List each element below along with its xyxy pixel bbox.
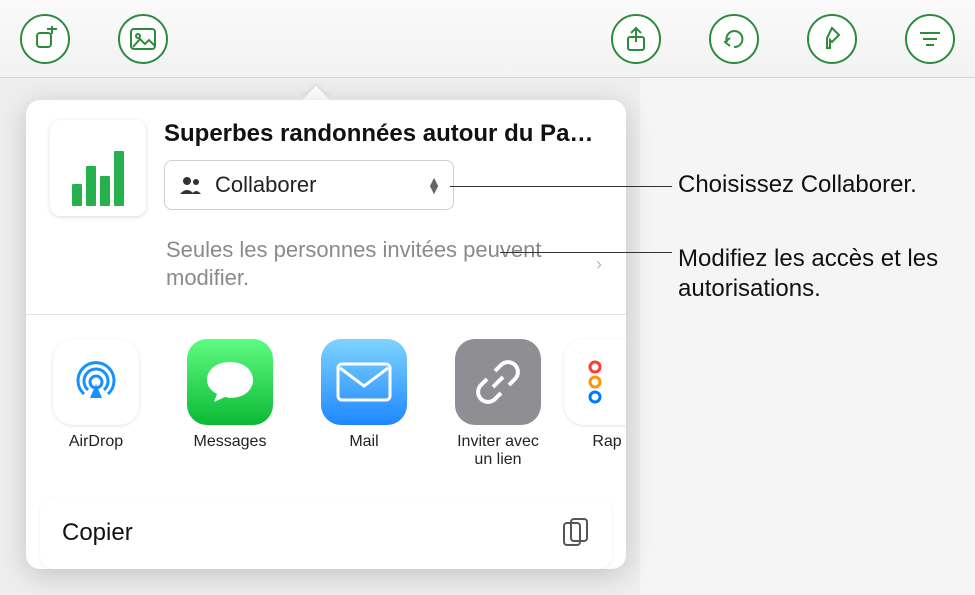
people-icon [179,176,205,194]
link-icon [455,339,541,425]
app-label-invite: Inviter avec un lien [448,433,548,469]
app-invite-link[interactable]: Inviter avec un lien [448,339,548,469]
permissions-text: Seules les personnes invitées peuvent mo… [166,236,586,292]
app-label-rappels: Rap [592,433,621,451]
copy-label: Copier [62,519,133,547]
copy-icon [562,517,590,549]
permissions-row[interactable]: Seules les personnes invitées peuvent mo… [26,216,626,314]
callout-leader-2 [500,252,672,253]
collaborate-dropdown[interactable]: Collaborer ▲▼ [164,160,454,210]
rappels-icon [564,339,626,425]
document-title: Superbes randonnées autour du Pa… [164,120,602,148]
format-brush-button[interactable] [807,14,857,64]
airdrop-icon [53,339,139,425]
share-button[interactable] [611,14,661,64]
app-label-messages: Messages [194,433,267,451]
toolbar [0,0,975,78]
callout-permissions: Modifiez les accès et les autorisations. [678,244,975,304]
app-rappels[interactable]: Rap [582,339,626,469]
share-sheet: Superbes randonnées autour du Pa… Collab… [26,100,626,569]
callout-collaborate: Choisissez Collaborer. [678,170,917,200]
app-messages[interactable]: Messages [180,339,280,469]
collaborate-label: Collaborer [215,172,317,198]
add-shape-button[interactable] [20,14,70,64]
messages-icon [187,339,273,425]
more-button[interactable] [905,14,955,64]
app-mail[interactable]: Mail [314,339,414,469]
mail-icon [321,339,407,425]
chevron-right-icon: › [596,254,602,275]
app-label-airdrop: AirDrop [69,433,123,451]
app-label-mail: Mail [349,433,378,451]
insert-media-button[interactable] [118,14,168,64]
app-airdrop[interactable]: AirDrop [46,339,146,469]
popover-arrow [302,86,330,100]
chevron-updown-icon: ▲▼ [427,177,441,193]
copy-row[interactable]: Copier [40,497,612,569]
callout-leader-1 [450,186,672,187]
document-icon [50,120,146,216]
undo-button[interactable] [709,14,759,64]
share-apps-row: AirDrop Messages Mail Inviter avec un li… [26,315,626,479]
